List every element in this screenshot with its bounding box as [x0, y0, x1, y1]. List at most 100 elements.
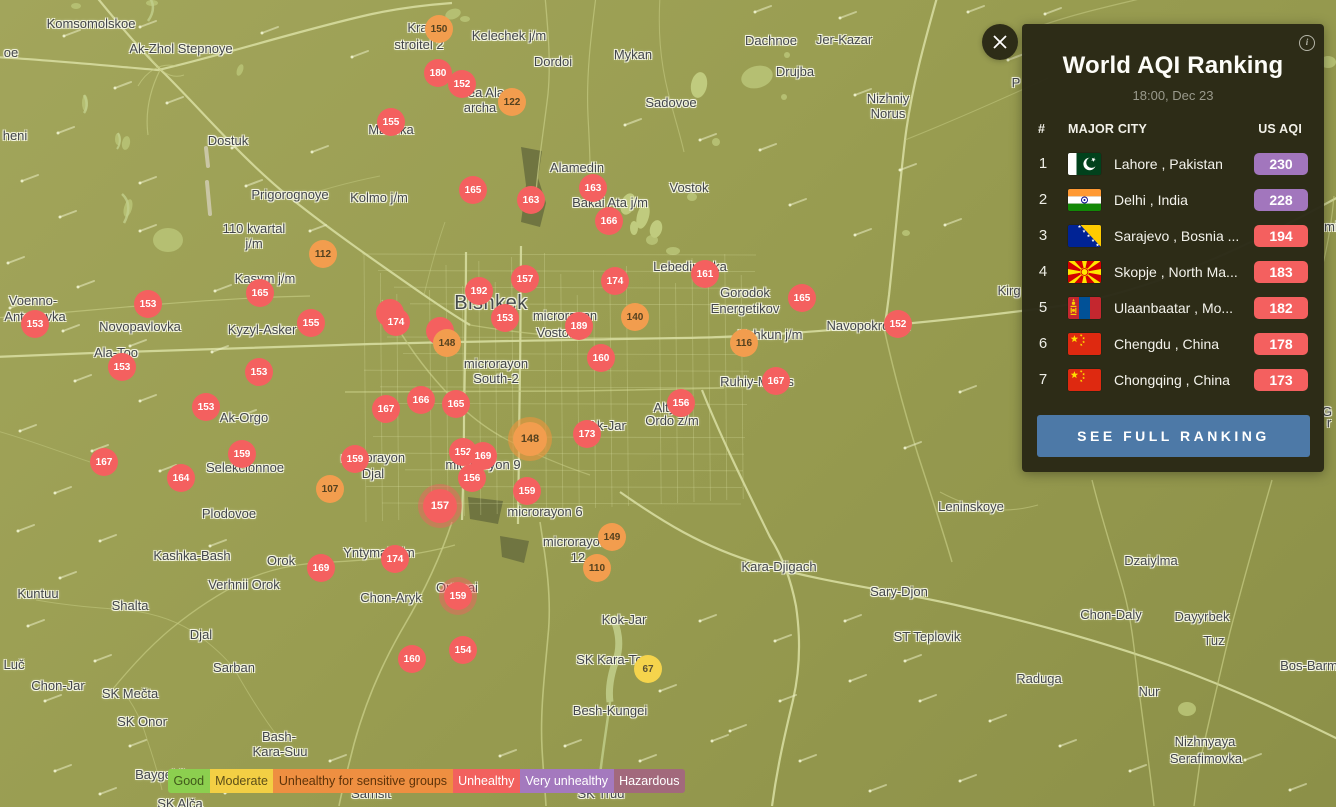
aqi-marker[interactable]: 165 — [246, 279, 274, 307]
legend-item-moderate: Moderate — [210, 769, 274, 793]
legend-item-unhealthy: Unhealthy — [453, 769, 520, 793]
china-flag-icon — [1068, 369, 1101, 391]
aqi-marker[interactable]: 166 — [407, 386, 435, 414]
aqi-value-badge: 230 — [1254, 153, 1308, 175]
rank-number: 1 — [1036, 146, 1050, 182]
air-quality-map-screen: KomsomolskoeoeAk-Zhol StepnoyeKrasniystr… — [0, 0, 1336, 807]
aqi-marker[interactable]: 164 — [167, 464, 195, 492]
aqi-marker[interactable]: 154 — [449, 636, 477, 664]
ranking-row-1[interactable]: 1 Lahore , Pakistan 230 — [1022, 146, 1324, 182]
city-name: Chongqing , China — [1114, 362, 1230, 398]
aqi-marker[interactable]: 157 — [423, 489, 457, 523]
rank-number: 2 — [1036, 182, 1050, 218]
aqi-marker[interactable]: 159 — [228, 440, 256, 468]
aqi-marker[interactable]: 155 — [377, 108, 405, 136]
aqi-marker[interactable]: 159 — [513, 477, 541, 505]
city-name: Sarajevo , Bosnia ... — [1114, 218, 1239, 254]
aqi-marker[interactable]: 153 — [491, 304, 519, 332]
rank-number: 6 — [1036, 326, 1050, 362]
aqi-marker[interactable]: 160 — [398, 645, 426, 673]
aqi-value-badge: 194 — [1254, 225, 1308, 247]
aqi-marker[interactable]: 153 — [108, 353, 136, 381]
aqi-marker[interactable]: 122 — [498, 88, 526, 116]
aqi-marker[interactable]: 116 — [730, 329, 758, 357]
aqi-marker[interactable]: 163 — [517, 186, 545, 214]
aqi-marker[interactable]: 159 — [341, 445, 369, 473]
aqi-value-badge: 228 — [1254, 189, 1308, 211]
china-flag-icon — [1068, 333, 1101, 355]
aqi-marker[interactable]: 110 — [583, 554, 611, 582]
column-city: MAJOR CITY — [1068, 122, 1147, 136]
aqi-value-badge: 173 — [1254, 369, 1308, 391]
aqi-marker[interactable]: 150 — [425, 15, 453, 43]
aqi-marker[interactable]: 155 — [297, 309, 325, 337]
aqi-marker[interactable]: 153 — [134, 290, 162, 318]
aqi-marker[interactable]: 156 — [458, 464, 486, 492]
aqi-marker[interactable]: 160 — [587, 344, 615, 372]
aqi-marker[interactable]: 112 — [309, 240, 337, 268]
aqi-marker[interactable]: 167 — [90, 448, 118, 476]
city-name: Delhi , India — [1114, 182, 1188, 218]
world-aqi-ranking-panel: i World AQI Ranking 18:00, Dec 23 # MAJO… — [1022, 24, 1324, 472]
city-name: Skopje , North Ma... — [1114, 254, 1238, 290]
table-header: # MAJOR CITY US AQI — [1022, 122, 1324, 136]
column-aqi: US AQI — [1258, 122, 1302, 136]
aqi-marker[interactable]: 173 — [573, 420, 601, 448]
aqi-marker[interactable]: 192 — [465, 277, 493, 305]
aqi-marker[interactable]: 153 — [21, 310, 49, 338]
aqi-marker[interactable]: 167 — [762, 367, 790, 395]
aqi-marker[interactable]: 189 — [565, 312, 593, 340]
aqi-marker[interactable]: 159 — [444, 582, 472, 610]
aqi-marker[interactable]: 167 — [372, 395, 400, 423]
aqi-value-badge: 178 — [1254, 333, 1308, 355]
aqi-marker[interactable]: 174 — [381, 545, 409, 573]
aqi-marker[interactable]: 157 — [511, 265, 539, 293]
aqi-marker[interactable]: 174 — [382, 308, 410, 336]
city-name: Ulaanbaatar , Mo... — [1114, 290, 1233, 326]
aqi-marker[interactable]: 148 — [433, 329, 461, 357]
ranking-row-3[interactable]: 3 Sarajevo , Bosnia ...194 — [1022, 218, 1324, 254]
aqi-marker[interactable]: 163 — [579, 174, 607, 202]
aqi-marker[interactable]: 67 — [634, 655, 662, 683]
info-icon[interactable]: i — [1299, 35, 1315, 51]
aqi-value-badge: 182 — [1254, 297, 1308, 319]
bosnia-flag-icon — [1068, 225, 1101, 247]
aqi-marker[interactable]: 153 — [245, 358, 273, 386]
aqi-marker[interactable]: 148 — [513, 422, 547, 456]
column-rank: # — [1038, 122, 1045, 136]
aqi-marker[interactable]: 107 — [316, 475, 344, 503]
rank-number: 4 — [1036, 254, 1050, 290]
aqi-legend: GoodModerateUnhealthy for sensitive grou… — [168, 769, 685, 793]
north-macedonia-flag-icon — [1068, 261, 1101, 283]
pakistan-flag-icon — [1068, 153, 1101, 175]
aqi-marker[interactable]: 152 — [448, 70, 476, 98]
ranking-row-6[interactable]: 6 Chengdu , China 178 — [1022, 326, 1324, 362]
aqi-marker[interactable]: 174 — [601, 267, 629, 295]
legend-item-hazardous: Hazardous — [614, 769, 685, 793]
ranking-row-2[interactable]: 2 Delhi , India 228 — [1022, 182, 1324, 218]
rank-number: 5 — [1036, 290, 1050, 326]
legend-item-unhealthy-for-sensitive-groups: Unhealthy for sensitive groups — [273, 769, 452, 793]
aqi-value-badge: 183 — [1254, 261, 1308, 283]
aqi-marker[interactable]: 153 — [192, 393, 220, 421]
aqi-marker[interactable]: 156 — [667, 389, 695, 417]
mongolia-flag-icon — [1068, 297, 1101, 319]
india-flag-icon — [1068, 189, 1101, 211]
city-name: Chengdu , China — [1114, 326, 1219, 362]
aqi-marker[interactable]: 149 — [598, 523, 626, 551]
aqi-marker[interactable]: 165 — [442, 390, 470, 418]
see-full-ranking-button[interactable]: SEE FULL RANKING — [1037, 415, 1310, 457]
aqi-marker[interactable]: 165 — [459, 176, 487, 204]
aqi-marker[interactable]: 161 — [691, 260, 719, 288]
city-name: Lahore , Pakistan — [1114, 146, 1223, 182]
aqi-marker[interactable]: 166 — [595, 207, 623, 235]
aqi-marker[interactable]: 169 — [307, 554, 335, 582]
aqi-marker[interactable]: 152 — [884, 310, 912, 338]
aqi-marker[interactable]: 165 — [788, 284, 816, 312]
ranking-row-7[interactable]: 7 Chongqing , China173 — [1022, 362, 1324, 398]
panel-timestamp: 18:00, Dec 23 — [1022, 88, 1324, 103]
aqi-marker[interactable]: 140 — [621, 303, 649, 331]
close-panel-button[interactable] — [982, 24, 1018, 60]
ranking-row-4[interactable]: 4 Skopje , North Ma... 183 — [1022, 254, 1324, 290]
ranking-row-5[interactable]: 5 Ulaanbaatar , Mo... 182 — [1022, 290, 1324, 326]
